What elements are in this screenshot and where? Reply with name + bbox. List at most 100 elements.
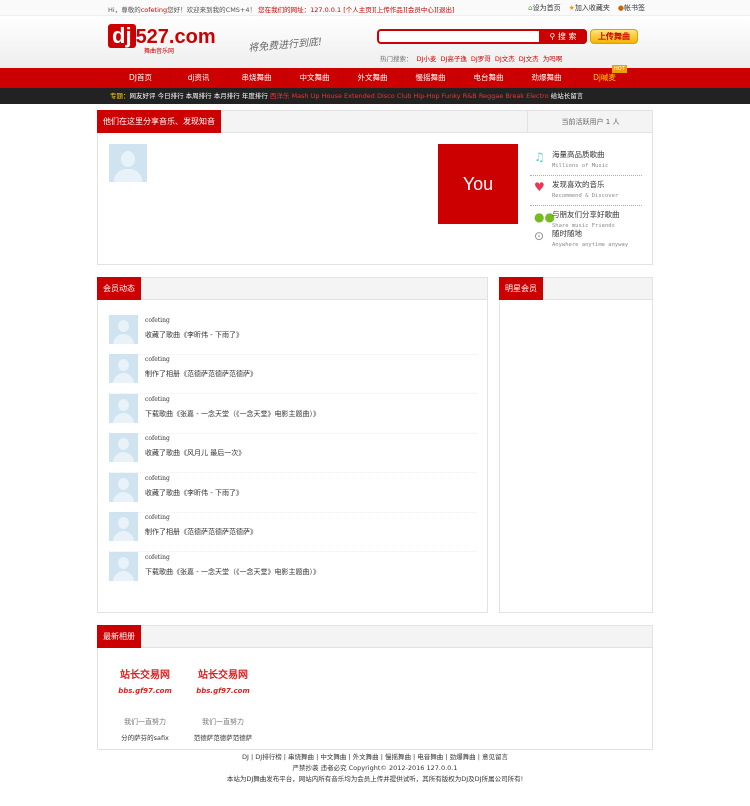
hot-term[interactable]: DJ罗哥 bbox=[471, 55, 491, 63]
activity-user[interactable]: cofeting bbox=[145, 554, 170, 561]
nav-energetic[interactable]: 劲爆舞曲 bbox=[518, 68, 576, 88]
nav-medley[interactable]: 串烧舞曲 bbox=[228, 68, 286, 88]
hot-term[interactable]: DJ文杰 bbox=[495, 55, 515, 63]
albums-box: 最新相册 站长交易网 bbs.gf97.com 我们一直努力 分的萨芬的safix 站… bbox=[97, 625, 653, 750]
nav-news[interactable]: dj资讯 bbox=[170, 68, 228, 88]
feature-item: ♫ 海量高品质歌曲 Millions of Music bbox=[530, 146, 642, 176]
logout-link[interactable]: [退出] bbox=[436, 6, 454, 14]
feature-title: 海量高品质歌曲 bbox=[552, 150, 605, 159]
footer: DJ | DJ排行榜 | 串烧舞曲 | 中文舞曲 | 外文舞曲 | 慢摇舞曲 |… bbox=[0, 752, 750, 785]
search-input[interactable]: ⚲ 搜 索 bbox=[377, 29, 587, 44]
greeting: Hi，尊敬的 bbox=[108, 6, 141, 14]
feature-subtitle: Recommend & Discover bbox=[552, 193, 619, 199]
subnav-item[interactable]: 今日排行 bbox=[158, 92, 184, 100]
favorite-label: 加入收藏夹 bbox=[574, 4, 610, 12]
feature-title: 随时随地 bbox=[552, 229, 582, 238]
activity-item: cofeting 制作了相册《范德萨范德萨范德萨》 bbox=[109, 354, 477, 394]
slogan: 将免费进行到底! bbox=[247, 36, 323, 55]
activity-item: cofeting 制作了相册《范德萨范德萨范德萨》 bbox=[109, 512, 477, 552]
nav-radio[interactable]: 电台舞曲 bbox=[460, 68, 518, 88]
search-button[interactable]: ⚲ 搜 索 bbox=[539, 29, 587, 44]
avatar[interactable] bbox=[109, 552, 138, 581]
avatar[interactable] bbox=[109, 144, 147, 182]
nav-chinese[interactable]: 中文舞曲 bbox=[286, 68, 344, 88]
set-homepage-label: 设为首页 bbox=[532, 4, 561, 12]
hot-term[interactable]: 为吗啊 bbox=[543, 55, 563, 63]
activity-message: 制作了相册《范德萨范德萨范德萨》 bbox=[145, 370, 257, 378]
album-cover-caption: 我们一直努力 bbox=[124, 718, 166, 726]
header: dj 527.com 舞曲音乐网 将免费进行到底! ⚲ 搜 索 上传舞曲 热门搜索：… bbox=[0, 16, 750, 68]
profile-link[interactable]: [个人主页] bbox=[343, 6, 374, 14]
upload-button[interactable]: 上传舞曲 bbox=[590, 29, 638, 44]
activity-item: cofeting 收藏了歌曲《李昕伟 - 下雨了》 bbox=[109, 473, 477, 513]
album-name[interactable]: 范德萨范德萨范德萨 bbox=[188, 732, 258, 742]
album-name[interactable]: 分的萨芬的safix bbox=[110, 732, 180, 742]
subnav-item[interactable]: 年度排行 bbox=[242, 92, 268, 100]
ip-label: 您在我们的网址：127.0.0.1 bbox=[258, 6, 342, 14]
location-pin-icon: ⊙ bbox=[534, 229, 545, 243]
activity-user[interactable]: cofeting bbox=[145, 356, 170, 363]
album-cover-text: 站长交易网 bbox=[120, 670, 170, 681]
top-bar: Hi，尊敬的cofeting您好！欢迎来到我的CMS+4！ 您在我们的网址：12… bbox=[0, 0, 750, 16]
greeting-2: 您好！欢迎来到我的CMS+4！ bbox=[167, 6, 257, 14]
logo-dj: dj bbox=[108, 24, 136, 48]
search-icon: ⚲ bbox=[549, 32, 558, 41]
activity-user[interactable]: cofeting bbox=[145, 435, 170, 442]
guestbook-link[interactable]: 给站长留言 bbox=[551, 92, 584, 100]
feature-subtitle: Anywhere anytime anyway bbox=[552, 242, 629, 248]
subnav-label: 专题： bbox=[110, 92, 130, 100]
feature-item: ⊙ 随时随地 Anywhere anytime anyway bbox=[530, 225, 642, 255]
nav-home[interactable]: DJ首页 bbox=[112, 68, 170, 88]
album-item[interactable]: 站长交易网 bbs.gf97.com 我们一直努力 范德萨范德萨范德萨 bbox=[188, 666, 258, 742]
share-box-title: 他们在这里分享音乐、发现知音 bbox=[97, 110, 221, 133]
subnav-item[interactable]: 网友好评 bbox=[130, 92, 156, 100]
star-members-title: 明星会员 bbox=[499, 277, 543, 300]
footer-links[interactable]: DJ | DJ排行榜 | 串烧舞曲 | 中文舞曲 | 外文舞曲 | 慢摇舞曲 |… bbox=[0, 752, 750, 763]
activity-box: 会员动态 cofeting 收藏了歌曲《李昕伟 - 下雨了》 cofeting 制作… bbox=[97, 277, 488, 613]
logo-subtitle: 舞曲音乐网 bbox=[144, 48, 175, 55]
bookmark-label: 帐书签 bbox=[624, 4, 645, 12]
activity-user[interactable]: cofeting bbox=[145, 475, 170, 482]
album-item[interactable]: 站长交易网 bbs.gf97.com 我们一直努力分的萨芬的safix bbox=[110, 666, 180, 742]
logo[interactable]: dj 527.com 舞曲音乐网 bbox=[108, 24, 216, 55]
avatar[interactable] bbox=[109, 394, 138, 423]
heart-icon: ♥ bbox=[534, 180, 545, 194]
activity-message: 收藏了歌曲《李昕伟 - 下雨了》 bbox=[145, 489, 243, 497]
hot-term[interactable]: DJ高子逸 bbox=[440, 55, 466, 63]
hot-term[interactable]: DJ小麦 bbox=[417, 55, 437, 63]
welcome-text: Hi，尊敬的cofeting您好！欢迎来到我的CMS+4！ 您在我们的网址：12… bbox=[108, 4, 455, 14]
feature-item: ♥ 发现喜欢的音乐 Recommend & Discover bbox=[530, 176, 642, 206]
activity-message: 收藏了歌曲《风月儿 最后一次》 bbox=[145, 449, 246, 457]
avatar[interactable] bbox=[109, 354, 138, 383]
subnav-item[interactable]: 本月排行 bbox=[214, 92, 240, 100]
nav-slow[interactable]: 慢摇舞曲 bbox=[402, 68, 460, 88]
logo-domain: 527.com bbox=[135, 26, 216, 48]
feature-title: 与朋友们分享好歌曲 bbox=[552, 210, 620, 219]
hot-term[interactable]: DJ文杰 bbox=[519, 55, 539, 63]
feature-subtitle: Millions of Music bbox=[552, 163, 609, 169]
activity-title: 会员动态 bbox=[97, 277, 141, 300]
avatar[interactable] bbox=[109, 433, 138, 462]
nav-foreign[interactable]: 外文舞曲 bbox=[344, 68, 402, 88]
activity-item: cofeting 下载歌曲《张嘉 - 一念天堂（《一念天堂》电影主题曲）》 bbox=[109, 552, 477, 592]
favorite-link[interactable]: ★加入收藏夹 bbox=[569, 3, 610, 13]
genre-links[interactable]: 西洋乐 Mash Up House Extended Disco Club Hi… bbox=[270, 92, 549, 100]
activity-user[interactable]: cofeting bbox=[145, 514, 170, 521]
search-button-label: 搜 索 bbox=[557, 32, 577, 41]
set-homepage-link[interactable]: ⌂设为首页 bbox=[528, 3, 560, 13]
username-link[interactable]: cofeting bbox=[141, 6, 167, 14]
activity-message: 下载歌曲《张嘉 - 一念天堂（《一念天堂》电影主题曲）》 bbox=[145, 410, 320, 418]
bookmark-link[interactable]: ●帐书签 bbox=[618, 3, 645, 13]
album-cover-url: bbs.gf97.com bbox=[118, 687, 172, 695]
upload-link[interactable]: [上传作品] bbox=[374, 6, 405, 14]
music-note-icon: ♫ bbox=[534, 150, 545, 164]
album-cover-caption: 我们一直努力 bbox=[202, 718, 244, 726]
avatar[interactable] bbox=[109, 512, 138, 541]
member-center-link[interactable]: [会员中心] bbox=[405, 6, 436, 14]
avatar[interactable] bbox=[109, 473, 138, 502]
avatar[interactable] bbox=[109, 315, 138, 344]
activity-user[interactable]: cofeting bbox=[145, 396, 170, 403]
sub-nav: 专题：网友好评 今日排行 本周排行 本月排行 年度排行 西洋乐 Mash Up … bbox=[0, 88, 750, 104]
subnav-item[interactable]: 本周排行 bbox=[186, 92, 212, 100]
activity-user[interactable]: cofeting bbox=[145, 317, 170, 324]
